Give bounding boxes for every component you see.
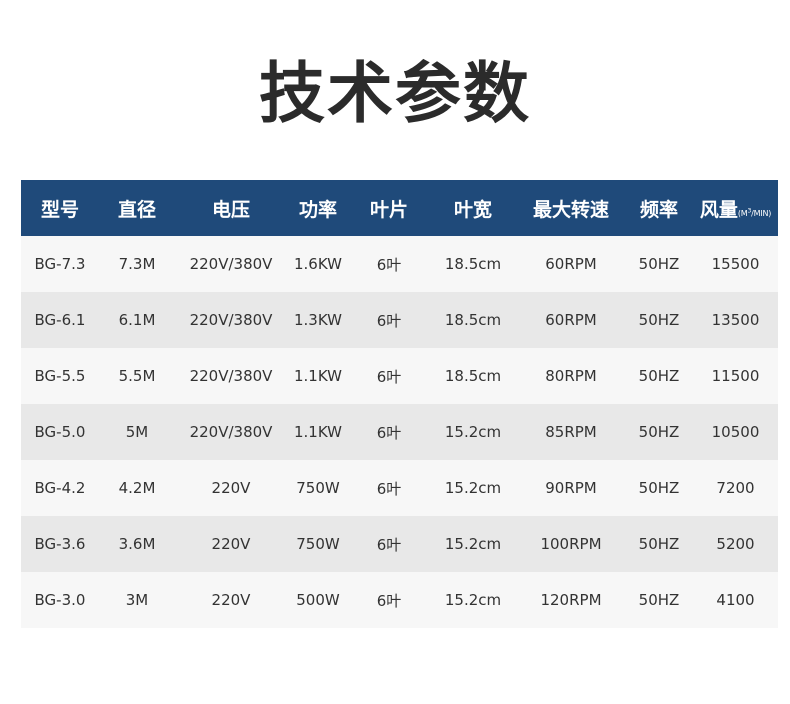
cell-power: 750W xyxy=(287,460,349,516)
table-row: BG-3.0 3M 220V 500W 6叶 15.2cm 120RPM 50H… xyxy=(21,572,778,628)
cell-voltage: 220V/380V xyxy=(175,236,287,292)
cell-diameter: 4.2M xyxy=(99,460,175,516)
cell-power: 1.1KW xyxy=(287,348,349,404)
cell-diameter: 6.1M xyxy=(99,292,175,348)
cell-voltage: 220V/380V xyxy=(175,348,287,404)
header-airflow-unit: (M3/MIN) xyxy=(737,206,772,218)
cell-voltage: 220V xyxy=(175,460,287,516)
cell-model: BG-4.2 xyxy=(21,460,99,516)
cell-voltage: 220V/380V xyxy=(175,292,287,348)
cell-power: 500W xyxy=(287,572,349,628)
cell-airflow: 4100 xyxy=(693,572,778,628)
cell-diameter: 7.3M xyxy=(99,236,175,292)
table-row: BG-3.6 3.6M 220V 750W 6叶 15.2cm 100RPM 5… xyxy=(21,516,778,572)
table-row: BG-6.1 6.1M 220V/380V 1.3KW 6叶 18.5cm 60… xyxy=(21,292,778,348)
header-blades: 叶片 xyxy=(349,180,429,236)
table-row: BG-5.5 5.5M 220V/380V 1.1KW 6叶 18.5cm 80… xyxy=(21,348,778,404)
table-row: BG-7.3 7.3M 220V/380V 1.6KW 6叶 18.5cm 60… xyxy=(21,236,778,292)
cell-frequency: 50HZ xyxy=(625,516,693,572)
cell-frequency: 50HZ xyxy=(625,572,693,628)
cell-voltage: 220V xyxy=(175,516,287,572)
cell-max-speed: 60RPM xyxy=(517,236,625,292)
cell-diameter: 5M xyxy=(99,404,175,460)
table-row: BG-4.2 4.2M 220V 750W 6叶 15.2cm 90RPM 50… xyxy=(21,460,778,516)
cell-max-speed: 120RPM xyxy=(517,572,625,628)
header-power: 功率 xyxy=(287,180,349,236)
cell-model: BG-5.5 xyxy=(21,348,99,404)
cell-max-speed: 60RPM xyxy=(517,292,625,348)
header-airflow-label: 风量 xyxy=(699,198,738,221)
header-diameter: 直径 xyxy=(99,180,175,236)
cell-max-speed: 85RPM xyxy=(517,404,625,460)
cell-blades: 6叶 xyxy=(349,516,429,572)
header-frequency: 频率 xyxy=(625,180,693,236)
cell-blades: 6叶 xyxy=(349,572,429,628)
cell-power: 1.1KW xyxy=(287,404,349,460)
cell-voltage: 220V xyxy=(175,572,287,628)
cell-max-speed: 80RPM xyxy=(517,348,625,404)
cell-frequency: 50HZ xyxy=(625,460,693,516)
header-model: 型号 xyxy=(21,180,99,236)
header-blade-width: 叶宽 xyxy=(429,180,517,236)
cell-model: BG-3.6 xyxy=(21,516,99,572)
cell-frequency: 50HZ xyxy=(625,292,693,348)
cell-airflow: 7200 xyxy=(693,460,778,516)
header-voltage: 电压 xyxy=(175,180,287,236)
cell-model: BG-5.0 xyxy=(21,404,99,460)
cell-model: BG-3.0 xyxy=(21,572,99,628)
cell-blade-width: 15.2cm xyxy=(429,516,517,572)
header-max-speed: 最大转速 xyxy=(517,180,625,236)
cell-power: 1.3KW xyxy=(287,292,349,348)
cell-blade-width: 18.5cm xyxy=(429,236,517,292)
cell-blades: 6叶 xyxy=(349,292,429,348)
cell-blade-width: 15.2cm xyxy=(429,460,517,516)
table-body: BG-7.3 7.3M 220V/380V 1.6KW 6叶 18.5cm 60… xyxy=(21,236,778,628)
spec-table: 型号 直径 电压 功率 叶片 叶宽 最大转速 频率 风量(M3/MIN) BG-… xyxy=(21,180,778,628)
cell-voltage: 220V/380V xyxy=(175,404,287,460)
cell-blade-width: 15.2cm xyxy=(429,572,517,628)
cell-diameter: 3M xyxy=(99,572,175,628)
cell-airflow: 13500 xyxy=(693,292,778,348)
cell-blade-width: 18.5cm xyxy=(429,292,517,348)
cell-diameter: 3.6M xyxy=(99,516,175,572)
cell-blades: 6叶 xyxy=(349,236,429,292)
table-row: BG-5.0 5M 220V/380V 1.1KW 6叶 15.2cm 85RP… xyxy=(21,404,778,460)
cell-frequency: 50HZ xyxy=(625,236,693,292)
cell-frequency: 50HZ xyxy=(625,404,693,460)
cell-max-speed: 90RPM xyxy=(517,460,625,516)
cell-model: BG-7.3 xyxy=(21,236,99,292)
table-header-row: 型号 直径 电压 功率 叶片 叶宽 最大转速 频率 风量(M3/MIN) xyxy=(21,180,778,236)
cell-model: BG-6.1 xyxy=(21,292,99,348)
cell-blades: 6叶 xyxy=(349,460,429,516)
cell-diameter: 5.5M xyxy=(99,348,175,404)
cell-max-speed: 100RPM xyxy=(517,516,625,572)
cell-power: 1.6KW xyxy=(287,236,349,292)
cell-blades: 6叶 xyxy=(349,404,429,460)
cell-blades: 6叶 xyxy=(349,348,429,404)
page-title: 技术参数 xyxy=(259,55,531,132)
cell-airflow: 10500 xyxy=(693,404,778,460)
cell-blade-width: 18.5cm xyxy=(429,348,517,404)
cell-airflow: 15500 xyxy=(693,236,778,292)
cell-power: 750W xyxy=(287,516,349,572)
cell-airflow: 5200 xyxy=(693,516,778,572)
cell-blade-width: 15.2cm xyxy=(429,404,517,460)
cell-frequency: 50HZ xyxy=(625,348,693,404)
cell-airflow: 11500 xyxy=(693,348,778,404)
header-airflow: 风量(M3/MIN) xyxy=(693,180,778,236)
